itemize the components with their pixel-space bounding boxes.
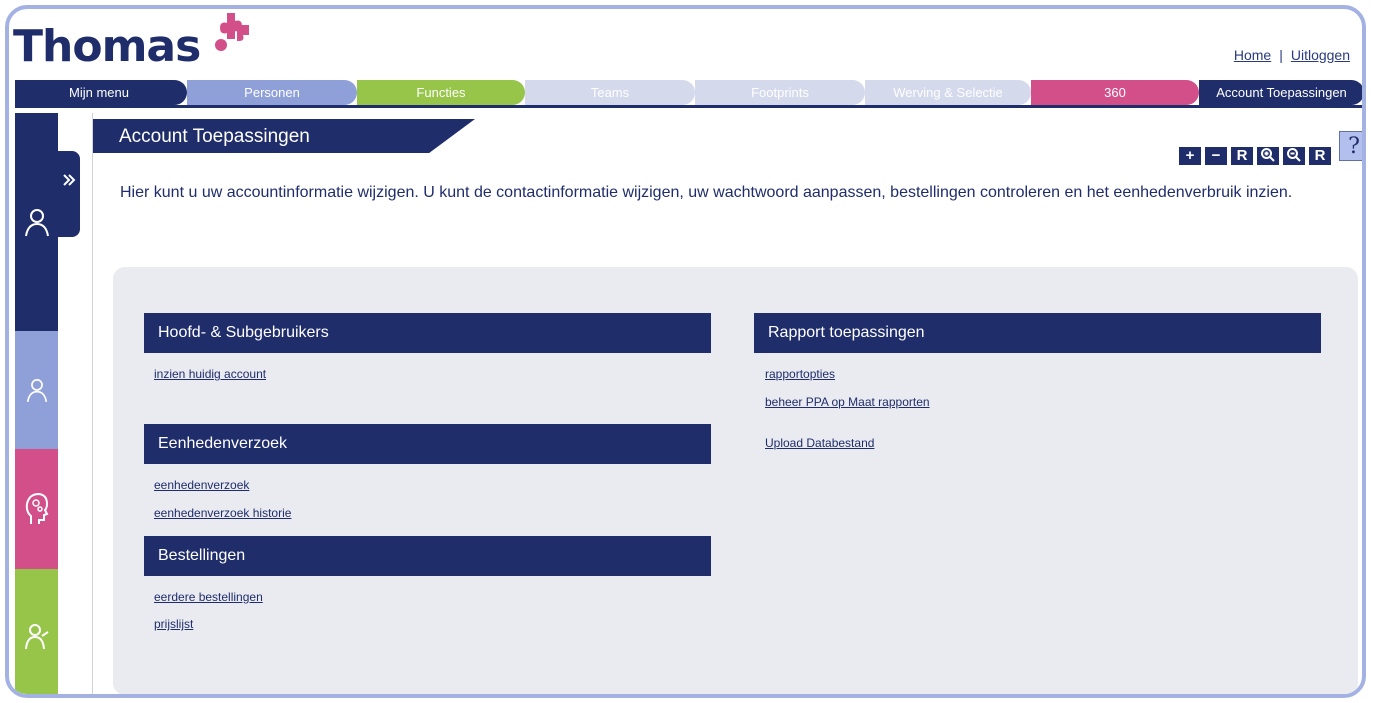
view-tools: + − R R	[1179, 147, 1331, 165]
tab-label: Teams	[590, 85, 630, 100]
page-title: Account Toepassingen	[119, 126, 310, 147]
main-nav: Mijn menu Personen Functies Teams Footpr…	[15, 80, 1362, 105]
logo-text: Thomas	[13, 21, 201, 72]
content-divider	[92, 113, 93, 694]
tab-360[interactable]: 360	[1031, 80, 1199, 105]
link-prijslijst[interactable]: prijslijst	[154, 617, 193, 631]
sidebar-item-360[interactable]	[15, 449, 58, 569]
logout-link[interactable]: Uitloggen	[1291, 47, 1350, 63]
link-eenhedenverzoek[interactable]: eenhedenverzoek	[154, 478, 249, 492]
section-title: Rapport toepassingen	[768, 324, 925, 341]
zoom-in-button[interactable]	[1257, 147, 1279, 165]
link-eenhedenverzoek-historie[interactable]: eenhedenverzoek historie	[154, 506, 291, 520]
tab-functies[interactable]: Functies	[357, 80, 525, 105]
tab-label: 360	[1104, 85, 1126, 100]
link-inzien-huidig-account[interactable]: inzien huidig account	[154, 367, 266, 381]
link-eerdere-bestellingen[interactable]: eerdere bestellingen	[154, 590, 263, 604]
top-links: Home | Uitloggen	[1234, 47, 1350, 63]
zoom-out-button[interactable]	[1283, 147, 1305, 165]
sidebar-toggle[interactable]	[58, 151, 80, 237]
nav-underline	[15, 105, 1362, 108]
link-beheer-ppa-rapporten[interactable]: beheer PPA op Maat rapporten	[765, 395, 930, 409]
section-title: Bestellingen	[158, 547, 246, 564]
section-header-bestellingen: Bestellingen	[144, 536, 711, 576]
tab-label: Mijn menu	[69, 85, 129, 100]
section-header-eenhedenverzoek: Eenhedenverzoek	[144, 424, 711, 464]
zoom-in-icon	[1261, 148, 1275, 162]
zoom-out-icon	[1287, 148, 1301, 162]
section-title: Eenhedenverzoek	[158, 435, 287, 452]
tab-label: Account Toepassingen	[1216, 85, 1347, 100]
help-button[interactable]: ?	[1339, 131, 1362, 161]
top-links-separator: |	[1279, 47, 1283, 63]
head-gears-icon	[25, 492, 48, 524]
tab-label: Personen	[244, 85, 300, 100]
person-icon	[24, 209, 49, 237]
logo-puzzle-icon	[215, 13, 249, 51]
intro-text: Hier kunt u uw accountinformatie wijzige…	[120, 184, 1293, 201]
sidebar-item-personen[interactable]	[15, 331, 58, 449]
tab-teams[interactable]: Teams	[525, 80, 695, 105]
sidebar	[15, 113, 58, 694]
tab-personen[interactable]: Personen	[187, 80, 357, 105]
tab-label: Functies	[416, 85, 466, 100]
tab-label: Werving & Selectie	[893, 85, 1003, 100]
double-chevron-right-icon	[63, 174, 76, 186]
page-title-bar: Account Toepassingen	[93, 119, 475, 153]
group-icon	[24, 624, 49, 650]
reset-font-button[interactable]: R	[1231, 147, 1253, 165]
increase-font-button[interactable]: +	[1179, 147, 1201, 165]
help-icon: ?	[1348, 133, 1360, 159]
section-header-rapport-toepassingen: Rapport toepassingen	[754, 313, 1321, 353]
person-icon	[26, 379, 47, 403]
tab-account-toepassingen[interactable]: Account Toepassingen	[1199, 80, 1362, 105]
tab-footprints[interactable]: Footprints	[695, 80, 865, 105]
tab-mijn-menu[interactable]: Mijn menu	[15, 80, 187, 105]
sidebar-item-mijn-menu[interactable]	[15, 113, 58, 331]
section-title: Hoofd- & Subgebruikers	[158, 324, 329, 341]
reset-zoom-button[interactable]: R	[1309, 147, 1331, 165]
home-link[interactable]: Home	[1234, 47, 1271, 63]
decrease-font-button[interactable]: −	[1205, 147, 1227, 165]
sidebar-item-functies[interactable]	[15, 569, 58, 694]
link-upload-databestand[interactable]: Upload Databestand	[765, 436, 874, 450]
app-frame: Thomas Home | Uitloggen Mijn menu Personen…	[5, 5, 1366, 698]
link-rapportopties[interactable]: rapportopties	[765, 367, 835, 381]
tab-label: Footprints	[751, 85, 809, 100]
tab-werving-selectie[interactable]: Werving & Selectie	[865, 80, 1031, 105]
section-header-hoofd-subgebruikers: Hoofd- & Subgebruikers	[144, 313, 711, 353]
